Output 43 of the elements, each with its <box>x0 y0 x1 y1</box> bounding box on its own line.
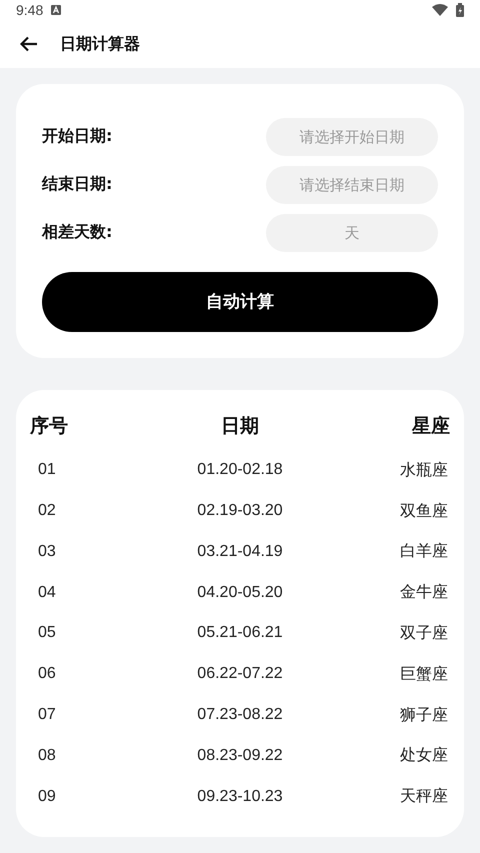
table-cell-text: 04 <box>37 584 57 602</box>
column-header: 序号 <box>30 414 69 439</box>
table-cell-text: 04.20-05.20 <box>196 584 284 602</box>
table-cell-text: 天秤座 <box>399 786 449 808</box>
table-cell-text: 05.21-06.21 <box>196 624 284 642</box>
table-cell-text: 双子座 <box>399 622 449 644</box>
table-cell-text: 02 <box>37 502 57 520</box>
back-arrow-icon[interactable] <box>20 36 38 52</box>
table-cell-text: 06.22-07.22 <box>196 665 284 684</box>
field-label: 结束日期: <box>42 174 112 196</box>
table-cell-text: 06 <box>37 665 57 684</box>
table-cell-text: 水瓶座 <box>399 460 449 481</box>
table-cell-text: 白羊座 <box>399 541 449 562</box>
notification-icon <box>51 5 62 16</box>
column-header: 星座 <box>410 414 450 439</box>
page-title: 日期计算器 <box>60 34 140 55</box>
field-label: 开始日期: <box>42 126 112 148</box>
table-cell-text: 02.19-03.20 <box>196 502 284 520</box>
table-cell-text: 双鱼座 <box>399 500 449 522</box>
table-cell-text: 巨蟹座 <box>399 664 449 685</box>
table-cell-text: 08 <box>37 746 57 765</box>
table-cell-text: 狮子座 <box>399 704 449 726</box>
table-cell-text: 01.20-02.18 <box>196 461 284 480</box>
field-label: 相差天数: <box>42 222 112 244</box>
table-cell-text: 金牛座 <box>399 582 449 604</box>
table-cell-text: 07 <box>37 706 57 724</box>
date-field[interactable]: 天 <box>266 214 438 252</box>
table-cell-text: 09.23-10.23 <box>196 788 284 806</box>
table-cell-text: 01 <box>37 461 57 480</box>
table-cell-text: 08.23-09.22 <box>196 746 284 765</box>
date-field[interactable]: 请选择结束日期 <box>266 166 438 204</box>
wifi-icon <box>432 4 448 16</box>
status-time: 9:48 <box>16 2 44 18</box>
table-cell-text: 07.23-08.22 <box>196 706 284 724</box>
battery-icon <box>456 3 464 18</box>
column-header: 日期 <box>220 414 260 439</box>
date-field[interactable]: 请选择开始日期 <box>266 118 438 156</box>
table-cell-text: 处女座 <box>399 745 449 766</box>
table-cell-text: 05 <box>37 624 57 642</box>
table-cell-text: 03.21-04.19 <box>196 542 284 561</box>
calculate-button[interactable]: 自动计算 <box>42 272 438 332</box>
table-cell-text: 09 <box>37 788 57 806</box>
table-cell-text: 03 <box>37 542 57 561</box>
